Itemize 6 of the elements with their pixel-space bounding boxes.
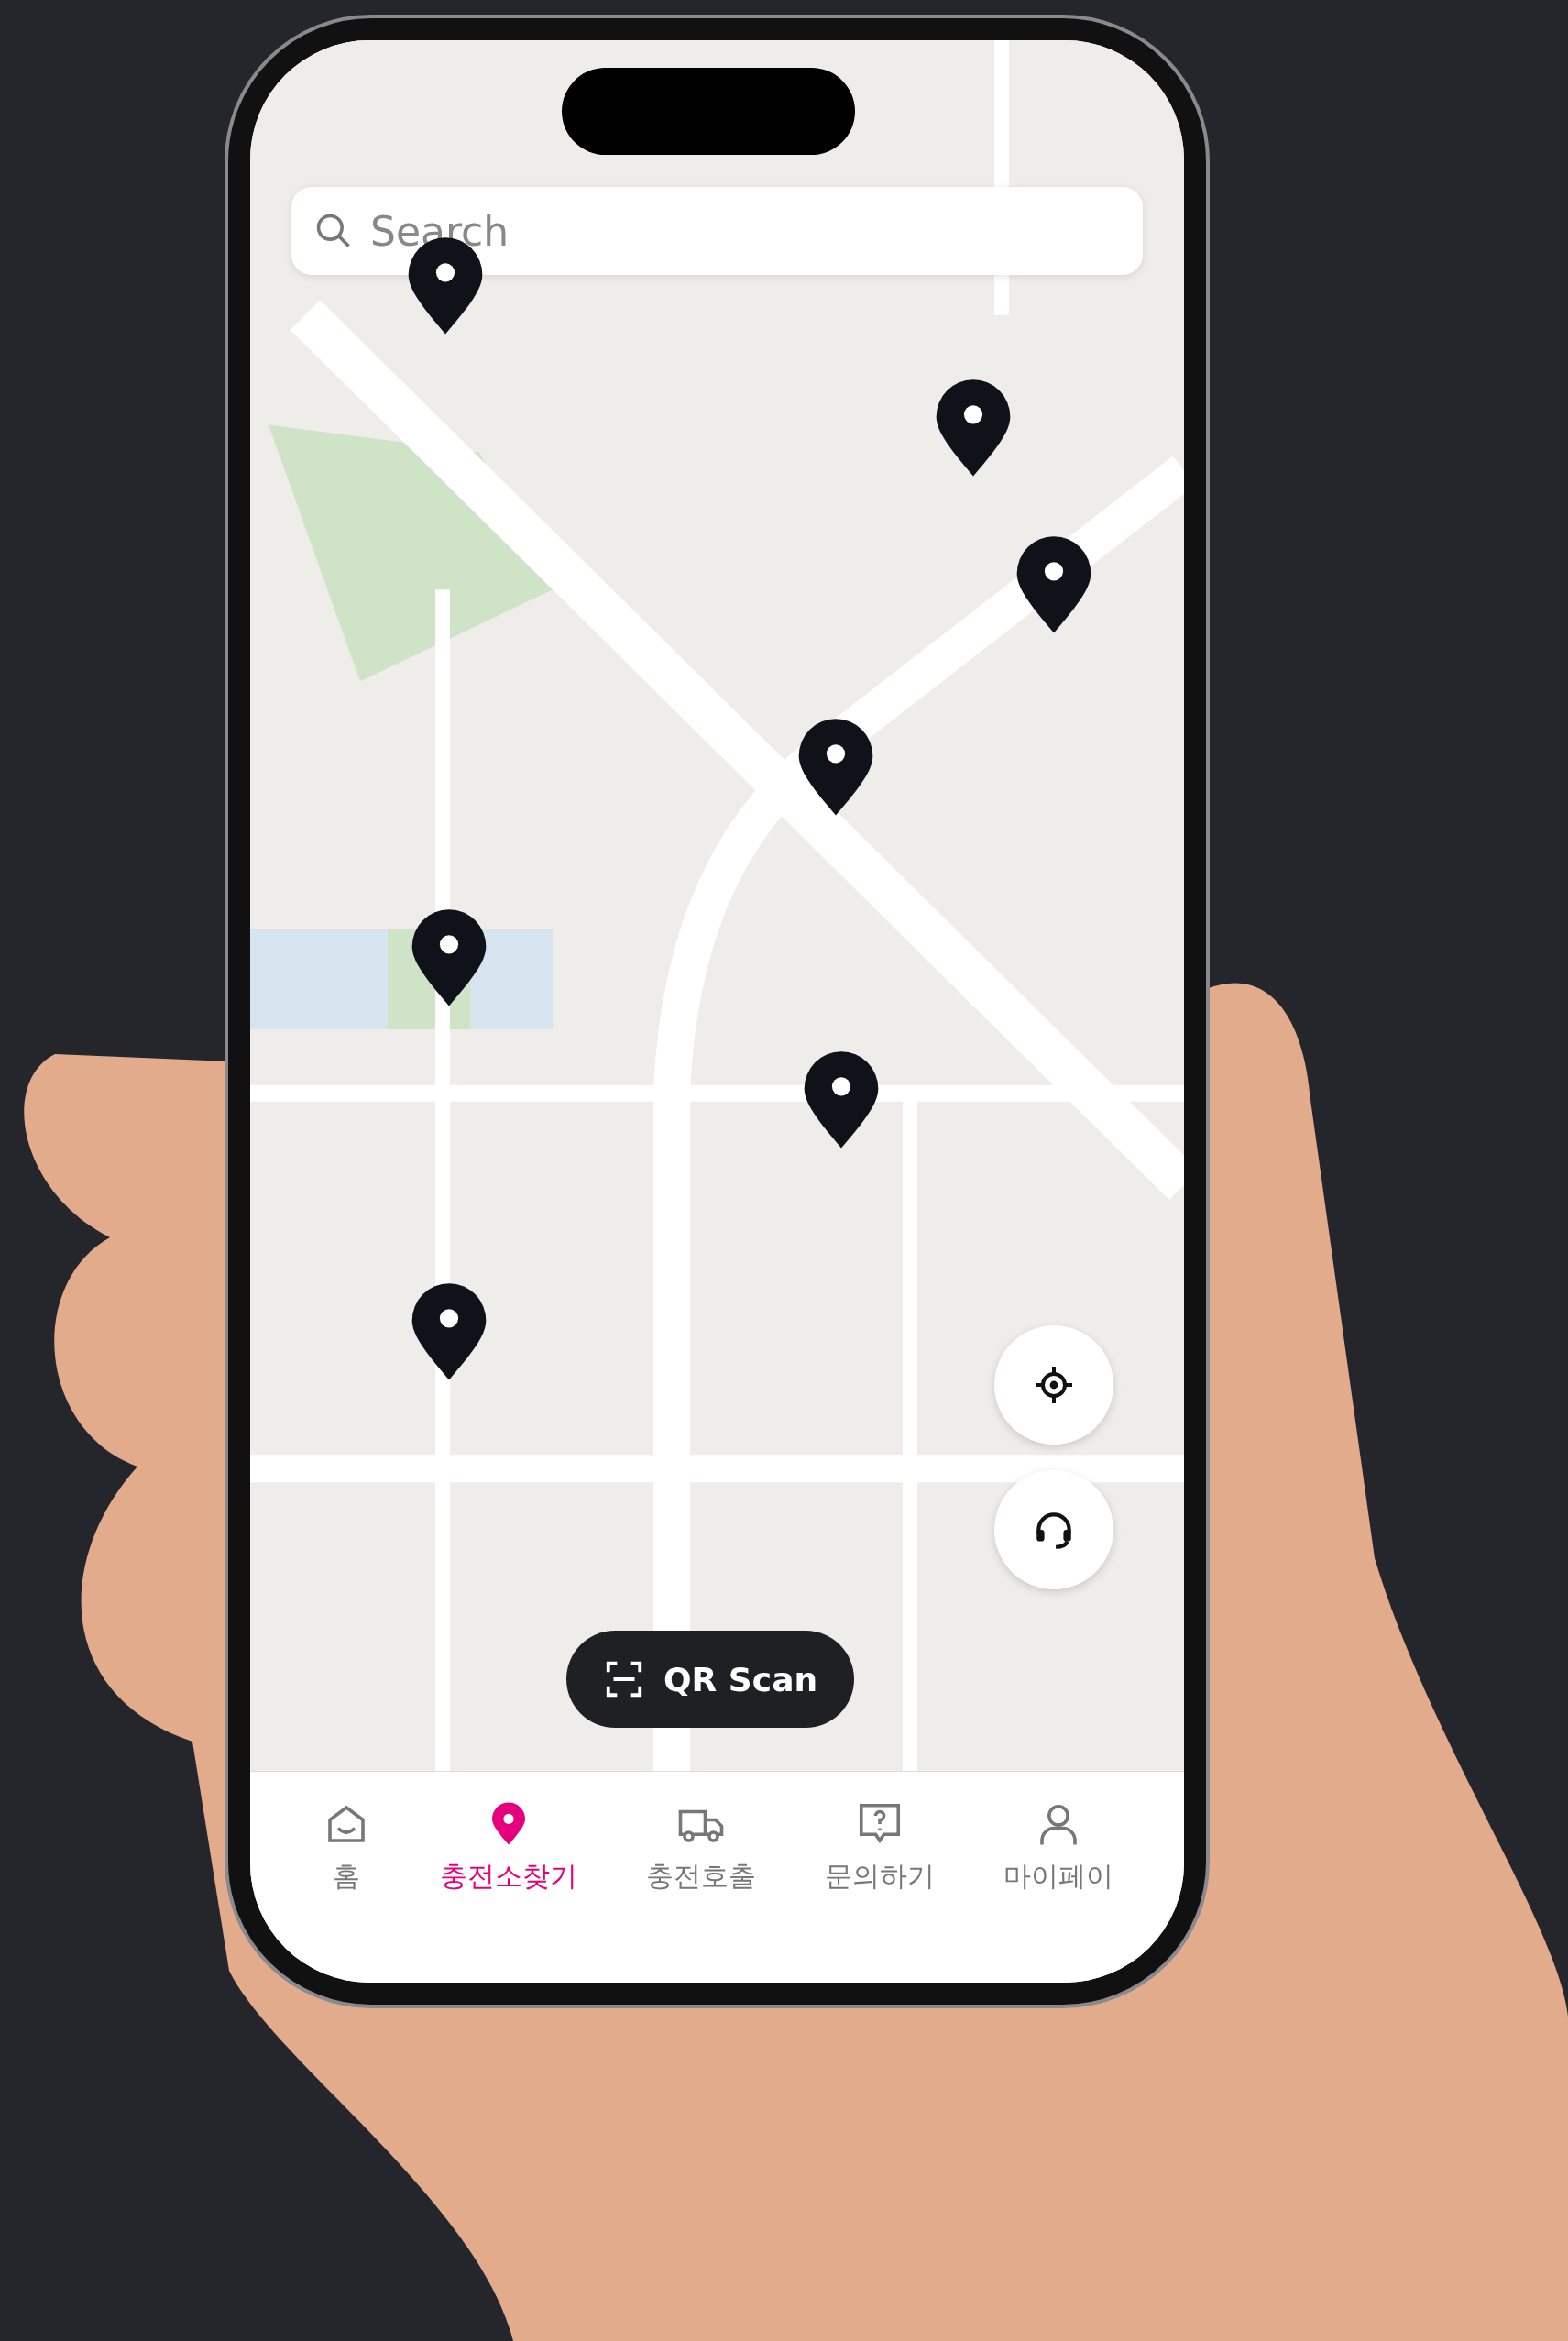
qr-scan-button[interactable]: QR Scan: [566, 1631, 855, 1728]
nav-tab[interactable]: 홈: [321, 1790, 371, 1983]
nav-tab[interactable]: 문의하기: [824, 1790, 935, 1983]
nav-tab[interactable]: 마이페이: [1003, 1790, 1113, 1983]
nav-tab[interactable]: 충전호출: [645, 1790, 756, 1983]
nav-tab[interactable]: 충전소찾기: [439, 1790, 577, 1983]
